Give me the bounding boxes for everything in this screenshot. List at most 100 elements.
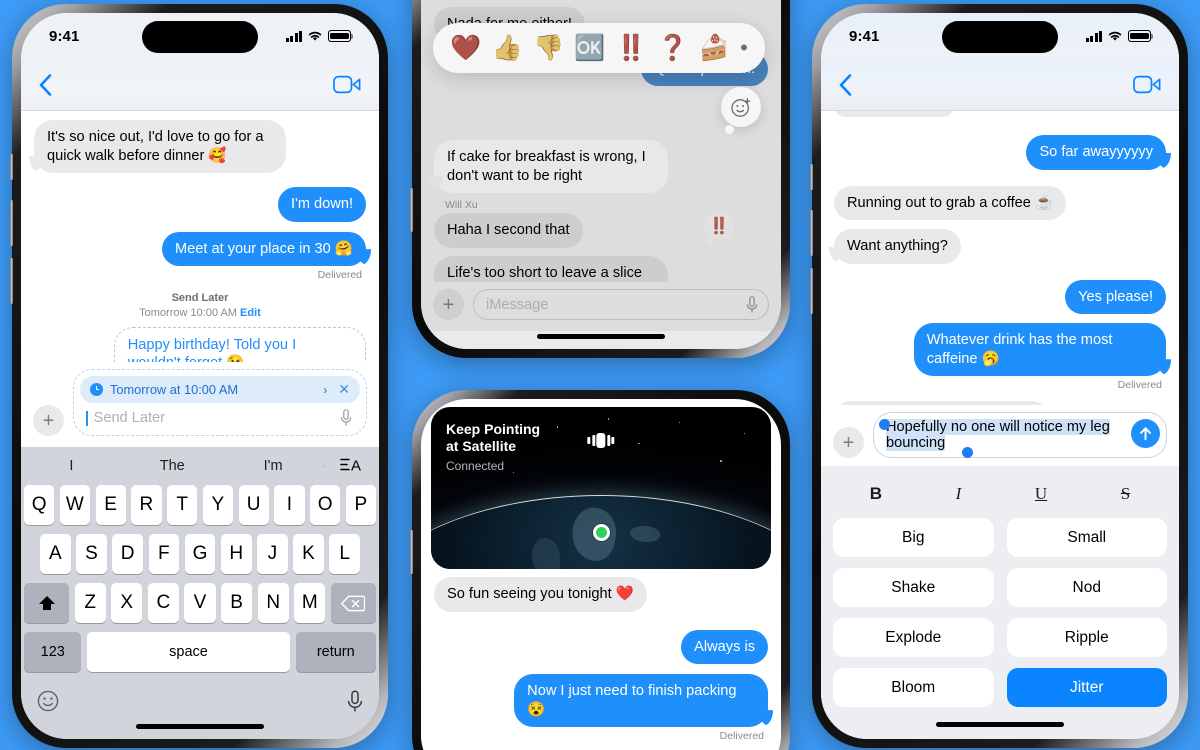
add-attachment-icon[interactable]: + <box>833 427 864 458</box>
message-row[interactable]: Always is <box>434 629 768 665</box>
message-row[interactable]: Haha I second that ‼️ <box>434 211 768 248</box>
effect-bloom-button[interactable]: Bloom <box>833 668 994 707</box>
send-later-edit-link[interactable]: Edit <box>240 307 261 319</box>
tapback-thumbsup-icon[interactable]: 👍 <box>492 34 523 63</box>
message-bubble-incoming[interactable]: It's so nice out, I'd love to go for a q… <box>34 120 287 174</box>
tapback-thumbsdown-icon[interactable]: 👎 <box>533 34 564 63</box>
message-bubble-incoming[interactable]: One triple shot coming up ☕ <box>834 401 1049 405</box>
message-row[interactable]: I'm down! <box>34 187 366 222</box>
keyboard-row-1[interactable]: Q W E R T Y U I O P <box>21 485 379 525</box>
key-n[interactable]: N <box>257 583 289 623</box>
effect-nod-button[interactable]: Nod <box>1006 568 1167 607</box>
microphone-icon[interactable] <box>746 295 758 314</box>
message-row[interactable]: Meet at your place in 30 🤗 <box>34 231 366 267</box>
compose-bar[interactable]: + Hopefully no one will notice my leg bo… <box>821 405 1179 466</box>
key-p[interactable]: P <box>345 485 376 525</box>
message-row[interactable]: Life's too short to leave a slice behind <box>434 255 768 282</box>
message-bubble-outgoing[interactable]: Yes please! <box>1065 279 1166 315</box>
key-h[interactable]: H <box>220 534 252 574</box>
facetime-video-icon[interactable] <box>1133 75 1161 94</box>
message-row-clipped[interactable] <box>834 111 1166 117</box>
text-style-row[interactable]: B I U S <box>833 476 1167 512</box>
phone-side-button[interactable] <box>10 154 13 180</box>
selection-handle-start[interactable] <box>879 419 890 430</box>
message-thread[interactable]: So far awayyyyyy Running out to grab a c… <box>821 111 1179 405</box>
key-w[interactable]: W <box>59 485 90 525</box>
prediction-2[interactable]: I'm <box>223 458 324 474</box>
key-z[interactable]: Z <box>74 583 106 623</box>
tapback-exclamation-icon[interactable]: ‼️ <box>616 34 647 63</box>
message-bubble-outgoing[interactable]: Now I just need to finish packing 😵 <box>514 674 768 728</box>
key-t[interactable]: T <box>167 485 198 525</box>
key-b[interactable]: B <box>221 583 253 623</box>
message-input-line1[interactable]: Hopefully no one will notice my leg <box>886 419 1125 435</box>
key-y[interactable]: Y <box>202 485 233 525</box>
close-icon[interactable]: ✕ <box>338 381 350 398</box>
tapback-cake-icon[interactable]: 🍰 <box>699 34 730 63</box>
tapback-question-icon[interactable]: ❓ <box>657 34 688 63</box>
message-thread[interactable]: So fun seeing you tonight ❤️ Always is N… <box>421 575 781 750</box>
key-o[interactable]: O <box>310 485 341 525</box>
message-bubble-incoming[interactable]: Life's too short to leave a slice behind <box>434 255 668 282</box>
effect-jitter-button[interactable]: Jitter <box>1006 668 1167 707</box>
message-input-line2[interactable]: bouncing <box>886 435 1125 451</box>
message-bubble-incoming[interactable]: Haha I second that <box>434 213 583 248</box>
scheduled-composer[interactable]: Tomorrow at 10:00 AM › ✕ Send Later <box>73 369 367 436</box>
effect-explode-button[interactable]: Explode <box>833 618 994 657</box>
selection-handle-end[interactable] <box>962 447 973 458</box>
prediction-1[interactable]: The <box>122 458 223 474</box>
keyboard-bottom-bar[interactable] <box>21 681 379 717</box>
message-bubble-incoming[interactable]: Want anything? <box>834 229 961 264</box>
key-return[interactable]: return <box>295 632 376 672</box>
prediction-0[interactable]: I <box>21 458 122 474</box>
message-thread[interactable]: It's so nice out, I'd love to go for a q… <box>21 111 379 362</box>
message-thread[interactable]: Nada for me either! Quick question: ❤️ 👍… <box>421 0 781 282</box>
message-bubble-outgoing[interactable]: I'm down! <box>278 187 366 222</box>
phone-volume-down-button[interactable] <box>10 258 13 304</box>
key-q[interactable]: Q <box>24 485 55 525</box>
underline-button[interactable]: U <box>1035 484 1047 504</box>
chevron-right-icon[interactable]: › <box>323 383 327 397</box>
effect-small-button[interactable]: Small <box>1006 518 1167 557</box>
phone-volume-button[interactable] <box>410 530 413 574</box>
key-m[interactable]: M <box>294 583 326 623</box>
keyboard-row-4[interactable]: 123 space return <box>21 632 379 672</box>
key-s[interactable]: S <box>76 534 107 574</box>
key-e[interactable]: E <box>95 485 126 525</box>
shift-icon[interactable] <box>24 583 70 623</box>
message-bubble-incoming[interactable]: If cake for breakfast is wrong, I don't … <box>434 140 668 194</box>
message-row-pending[interactable]: Happy birthday! Told you I wouldn't forg… <box>34 326 366 362</box>
effect-big-button[interactable]: Big <box>833 518 994 557</box>
compose-bar[interactable]: + Tomorrow at 10:00 AM › ✕ Send Later <box>21 362 379 447</box>
message-row[interactable]: It's so nice out, I'd love to go for a q… <box>34 120 366 174</box>
strikethrough-button[interactable]: S <box>1121 484 1130 504</box>
message-bubble-scheduled[interactable]: Happy birthday! Told you I wouldn't forg… <box>113 326 366 362</box>
key-space[interactable]: space <box>86 632 291 672</box>
emoji-icon[interactable] <box>37 690 59 712</box>
message-bubble-outgoing[interactable]: Meet at your place in 30 🤗 <box>162 231 366 267</box>
key-numbers[interactable]: 123 <box>24 632 82 672</box>
effect-shake-button[interactable]: Shake <box>833 568 994 607</box>
phone-side-button[interactable] <box>810 164 813 190</box>
add-emoji-reaction-icon[interactable] <box>721 87 761 134</box>
bold-button[interactable]: B <box>870 484 882 504</box>
key-i[interactable]: I <box>274 485 305 525</box>
key-r[interactable]: R <box>131 485 162 525</box>
message-row[interactable]: Now I just need to finish packing 😵 <box>434 674 768 728</box>
prediction-bar[interactable]: I The I'm A <box>21 447 379 485</box>
message-row[interactable]: So fun seeing you tonight ❤️ <box>434 577 768 612</box>
message-row[interactable]: So far awayyyyyy <box>834 135 1166 170</box>
message-bubble-outgoing[interactable]: So far awayyyyyy <box>1026 135 1166 170</box>
key-k[interactable]: K <box>293 534 324 574</box>
message-input[interactable]: Hopefully no one will notice my leg boun… <box>873 412 1167 458</box>
key-l[interactable]: L <box>329 534 361 574</box>
message-bubble-outgoing[interactable]: Whatever drink has the most caffeine 🥱 <box>913 323 1166 377</box>
tapback-more-icon[interactable]: • <box>740 35 748 61</box>
back-chevron-icon[interactable] <box>39 73 52 96</box>
message-bubble-incoming[interactable]: So fun seeing you tonight ❤️ <box>434 577 647 612</box>
key-a[interactable]: A <box>39 534 71 574</box>
software-keyboard[interactable]: I The I'm A Q W E R T Y U I O P A S D F … <box>21 447 379 739</box>
phone-volume-up-button[interactable] <box>810 210 813 256</box>
add-attachment-icon[interactable]: + <box>33 405 64 436</box>
back-chevron-icon[interactable] <box>839 73 852 96</box>
